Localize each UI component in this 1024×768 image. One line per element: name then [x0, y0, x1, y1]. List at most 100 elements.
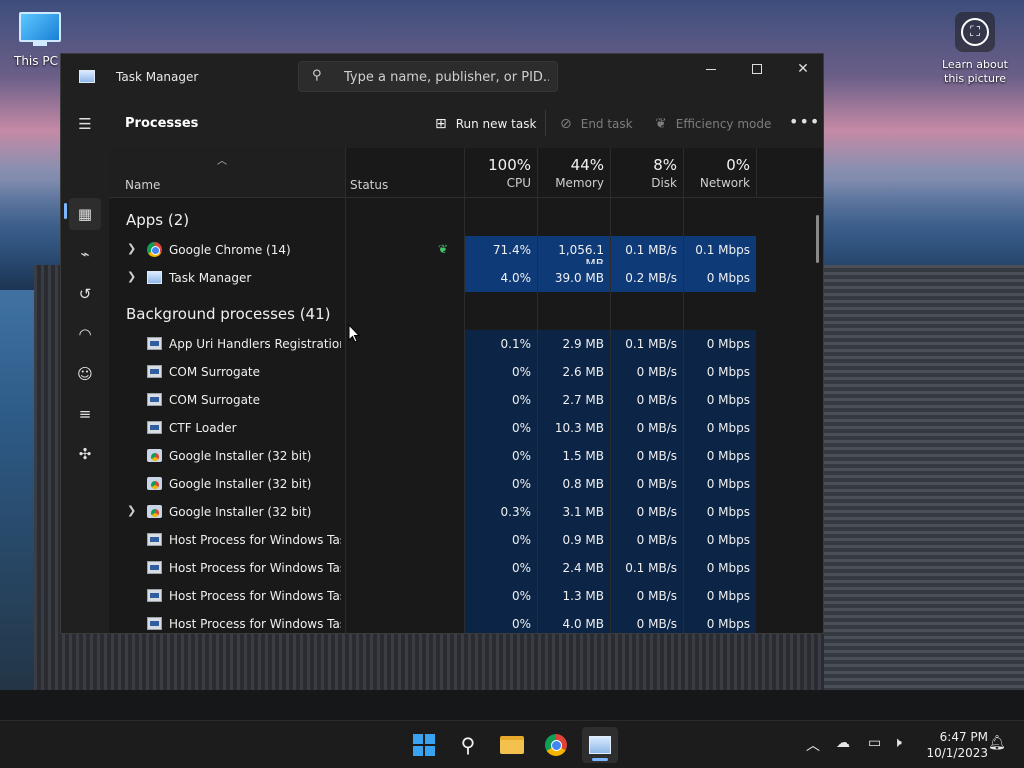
task-manager-taskbar-button[interactable] [582, 727, 618, 763]
column-header-cpu[interactable]: 100% CPU [465, 156, 531, 190]
expand-chevron-icon[interactable]: ❯ [127, 270, 136, 283]
volume-muted-icon[interactable]: 🕨 [893, 735, 902, 751]
table-row[interactable]: App Uri Handlers Registration ... 0.1% 2.9… [109, 330, 823, 358]
process-memory-value: 2.9 MB [562, 337, 604, 351]
start-button[interactable] [406, 727, 442, 763]
table-header: ︿ Name Status 100% CPU 44% Memory 8% Dis… [109, 148, 823, 198]
table-row[interactable]: ❯ Google Installer (32 bit) 0.3% 3.1 MB 0 MB… [109, 498, 823, 526]
chrome-taskbar-button[interactable] [538, 727, 574, 763]
nav-performance[interactable]: ⌁ [69, 238, 101, 270]
process-name: Host Process for Windows Tasks [169, 561, 341, 575]
nav-selection-indicator [64, 203, 67, 219]
process-memory-value: 2.4 MB [562, 561, 604, 575]
table-row[interactable]: ❯Google Chrome (14)❦71.4%1,056.1 MB0.1 M… [109, 236, 823, 271]
notification-bell-icon[interactable]: 🔔︎ [988, 735, 1006, 751]
show-hidden-icons-chevron-icon[interactable]: ︿ [806, 735, 820, 755]
process-disk-value: 0 MB/s [636, 365, 677, 379]
file-explorer-button[interactable] [494, 727, 530, 763]
folder-icon [500, 736, 524, 754]
table-row[interactable]: Host Process for Windows Tasks 0% 2.4 MB 0.… [109, 554, 823, 582]
camera-info-icon: ⛶ [961, 18, 989, 46]
nav-details[interactable]: ≡ [69, 398, 101, 430]
more-options-button[interactable]: ••• [789, 112, 820, 131]
process-cpu-value: 4.0% [500, 271, 532, 285]
process-cpu-value: 0% [511, 421, 531, 435]
process-network-value: 0 Mbps [706, 449, 750, 463]
group-header-apps[interactable]: Apps (2) [126, 211, 189, 229]
processes-icon: ▦ [77, 205, 93, 223]
column-divider [683, 148, 684, 633]
process-cpu-value: 0% [511, 477, 531, 491]
column-divider [537, 148, 538, 633]
process-name: Host Process for Windows Tasks [169, 589, 341, 603]
run-new-task-button[interactable]: ⊞ Run new task [435, 114, 536, 134]
process-network-value: 0.1 Mbps [695, 243, 750, 257]
learn-about-picture-icon[interactable]: ⛶ Learn about this picture [938, 12, 1012, 86]
this-pc-label: This PC [14, 54, 58, 68]
search-box[interactable]: ⚲ [298, 61, 558, 92]
column-header-disk[interactable]: 8% Disk [611, 156, 677, 190]
end-task-button[interactable]: ⊘ End task [560, 114, 633, 134]
process-disk-value: 0 MB/s [636, 589, 677, 603]
title-bar[interactable]: Task Manager ⚲ ✕ [61, 54, 823, 100]
minimize-icon [706, 68, 716, 70]
process-disk-value: 0.1 MB/s [625, 561, 677, 575]
table-row[interactable]: Host Process for Windows Tasks 0% 4.0 MB 0 … [109, 610, 823, 633]
vertical-scrollbar[interactable] [816, 215, 819, 263]
nav-services[interactable]: ✣ [69, 438, 101, 470]
clock-date: 10/1/2023 [926, 746, 988, 760]
expand-chevron-icon[interactable]: ❯ [127, 504, 136, 517]
table-row[interactable]: CTF Loader 0% 10.3 MB 0 MB/s 0 Mbps [109, 414, 823, 442]
this-pc-desktop-icon[interactable]: This PC [14, 10, 66, 68]
system-clock[interactable]: 6:47 PM 10/1/2023 [922, 729, 988, 761]
process-disk-value: 0 MB/s [636, 533, 677, 547]
process-memory-value: 4.0 MB [562, 617, 604, 631]
process-cpu-value: 0% [511, 449, 531, 463]
group-header-background[interactable]: Background processes (41) [126, 305, 331, 323]
system-process-icon [147, 533, 162, 546]
table-row[interactable]: Google Installer (32 bit) 0% 0.8 MB 0 MB/s 0… [109, 470, 823, 498]
taskbar-search-button[interactable]: ⚲ [450, 727, 486, 763]
table-row[interactable]: ❯ Task Manager 4.0% 39.0 MB 0.2 MB/s 0 Mbps [109, 264, 823, 292]
process-name: COM Surrogate [169, 393, 261, 407]
hamburger-menu-button[interactable]: ☰ [69, 108, 101, 140]
column-header-name[interactable]: Name [125, 178, 160, 192]
process-disk-value: 0 MB/s [636, 421, 677, 435]
table-row[interactable]: Host Process for Windows Tasks 0% 1.3 MB 0 … [109, 582, 823, 610]
table-row[interactable]: Google Installer (32 bit) 0% 1.5 MB 0 MB/s 0… [109, 442, 823, 470]
table-row[interactable]: COM Surrogate 0% 2.6 MB 0 MB/s 0 Mbps [109, 358, 823, 386]
process-disk-value: 0 MB/s [636, 393, 677, 407]
onedrive-cloud-icon[interactable]: ☁ [836, 735, 850, 751]
table-row[interactable]: COM Surrogate 0% 2.7 MB 0 MB/s 0 Mbps [109, 386, 823, 414]
process-name: COM Surrogate [169, 365, 261, 379]
expand-chevron-icon[interactable]: ❯ [127, 242, 136, 255]
minimize-button[interactable] [688, 54, 734, 84]
navigation-rail: ☰ ▦ ⌁ ↺ ◠ ☺ ≡ ✣ ⚙ [61, 100, 109, 633]
nav-users[interactable]: ☺ [69, 358, 101, 390]
process-network-value: 0 Mbps [706, 271, 750, 285]
close-button[interactable]: ✕ [780, 54, 823, 84]
process-cpu-value: 0.3% [500, 505, 532, 519]
maximize-button[interactable] [734, 54, 780, 84]
process-name: Google Installer (32 bit) [169, 505, 312, 519]
process-memory-value: 39.0 MB [554, 271, 604, 285]
wallpaper-ground [0, 690, 1024, 720]
table-row[interactable]: Host Process for Windows Tasks 0% 0.9 MB 0 … [109, 526, 823, 554]
column-header-memory[interactable]: 44% Memory [538, 156, 604, 190]
details-list-icon: ≡ [78, 405, 92, 423]
nav-startup-apps[interactable]: ◠ [69, 318, 101, 350]
nav-processes[interactable]: ▦ [69, 198, 101, 230]
task-manager-icon [147, 271, 162, 284]
process-name: App Uri Handlers Registration ... [169, 337, 341, 351]
efficiency-mode-button[interactable]: ❦ Efficiency mode [655, 114, 771, 134]
column-header-network[interactable]: 0% Network [684, 156, 750, 190]
column-header-status[interactable]: Status [350, 178, 388, 192]
search-input[interactable] [344, 66, 549, 88]
learn-about-picture-label: Learn about this picture [942, 58, 1008, 85]
system-process-icon [147, 337, 162, 350]
system-process-icon [147, 421, 162, 434]
process-name: Google Installer (32 bit) [169, 477, 312, 491]
nav-app-history[interactable]: ↺ [69, 278, 101, 310]
network-icon[interactable]: ▭ [868, 735, 881, 751]
process-name: Host Process for Windows Tasks [169, 617, 341, 631]
